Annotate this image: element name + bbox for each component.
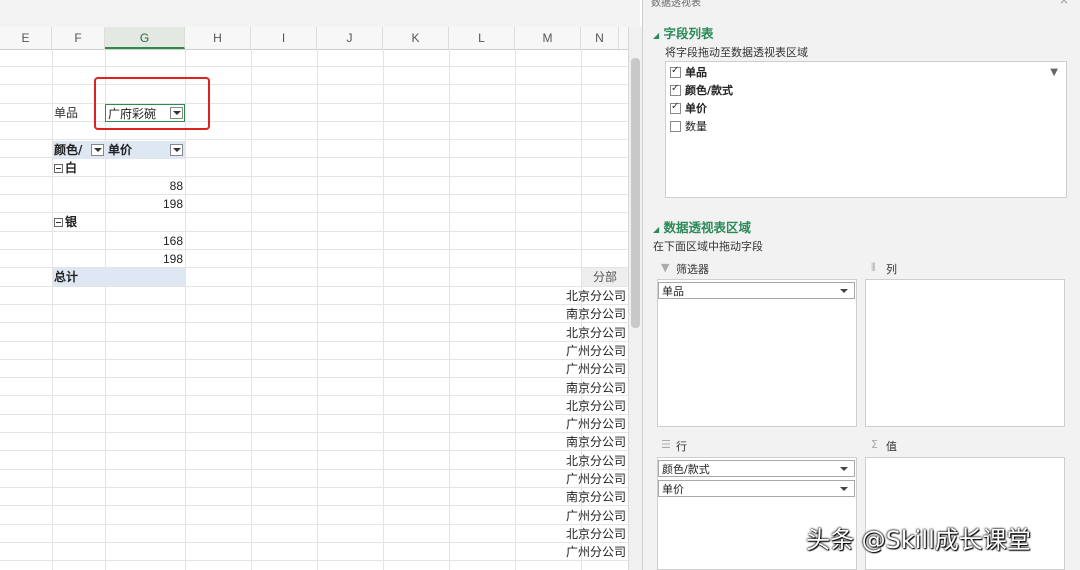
row-area-item[interactable]: 单价	[658, 480, 855, 497]
side-list-item: 广州分公司	[566, 472, 627, 486]
group-row-white[interactable]: 白	[54, 159, 104, 177]
field-label-price[interactable]: 单价	[685, 100, 707, 116]
section-arrow-icon: ◢	[653, 31, 660, 40]
filter-area-label: 筛选器	[676, 263, 709, 276]
field-checkbox-item[interactable]	[670, 65, 681, 78]
value-cell: 168	[162, 234, 183, 248]
side-list-item: 北京分公司	[566, 289, 627, 303]
collapse-icon[interactable]	[54, 218, 63, 227]
field-list-title: 字段列表	[663, 26, 714, 41]
group-row-silver[interactable]: 银	[54, 213, 104, 231]
side-list-item: 北京分公司	[566, 325, 627, 340]
value-cell: 198	[162, 252, 183, 266]
pivot-row-header-label: 颜色/	[54, 143, 83, 157]
column-header-l[interactable]: L	[449, 27, 515, 49]
panel-title: 数据透视表	[651, 0, 701, 9]
column-header-n[interactable]: N	[581, 27, 619, 49]
column-header-j[interactable]: J	[317, 27, 383, 49]
column-header-f[interactable]: F	[52, 27, 105, 49]
value-cell: 88	[169, 179, 183, 193]
side-list-item: 北京分公司	[566, 453, 627, 468]
field-checkbox-price[interactable]	[670, 101, 681, 114]
side-list-item: 南京分公司	[566, 490, 627, 505]
collapse-icon[interactable]	[54, 164, 63, 173]
side-list-item: 广州分公司	[566, 545, 627, 560]
column-header-bar: E F G H I J K L M N	[0, 27, 628, 50]
group-name: 白	[65, 161, 78, 175]
field-checkbox-color[interactable]	[670, 83, 681, 96]
pivot-total-row: 总计	[53, 268, 186, 286]
column-area-icon: ⦀	[871, 261, 876, 274]
side-list-item: 广州分公司	[566, 343, 627, 358]
value-area-label: 值	[886, 440, 897, 453]
areas-hint: 在下面区域中拖动字段	[653, 240, 763, 253]
side-list-item: 广州分公司	[566, 417, 627, 432]
field-label-item[interactable]: 单品	[685, 64, 707, 80]
value-area-icon: Σ	[871, 438, 878, 451]
highlight-box	[94, 77, 210, 130]
column-header-k[interactable]: K	[383, 27, 449, 49]
side-list-item: 北京分公司	[566, 526, 627, 541]
side-list-item: 南京分公司	[566, 307, 627, 322]
row-area-label: 行	[676, 440, 687, 453]
column-header-m[interactable]: M	[515, 27, 581, 49]
filter-area-icon: ▼	[661, 261, 670, 274]
field-label-qty[interactable]: 数量	[685, 118, 707, 134]
field-list-section[interactable]: ◢ 字段列表	[653, 23, 714, 42]
side-list-header: 分部	[582, 268, 628, 286]
pivot-table-panel: 数据透视表 × ◢ 字段列表 将字段拖动至数据透视表区域 ▼ 单品 颜色/款式 …	[642, 0, 1080, 570]
field-label-color[interactable]: 颜色/款式	[685, 82, 733, 98]
field-checkbox-qty[interactable]	[670, 121, 681, 132]
side-list-item: 广州分公司	[566, 362, 627, 377]
row-header-dropdown-icon[interactable]	[91, 144, 104, 156]
areas-title: 数据透视表区域	[663, 220, 752, 235]
row-area-icon: ☰	[661, 438, 671, 451]
row-area-item[interactable]: 颜色/款式	[658, 460, 855, 477]
close-icon[interactable]: ×	[1059, 0, 1069, 7]
column-header-h[interactable]: H	[185, 27, 251, 49]
column-area-label: 列	[886, 263, 897, 276]
watermark: 头条 @Skill成长课堂	[806, 526, 1031, 554]
column-header-g[interactable]: G	[105, 27, 185, 49]
scrollbar-thumb[interactable]	[631, 58, 640, 328]
filter-area-box[interactable]	[657, 279, 857, 427]
section-arrow-icon: ◢	[653, 225, 660, 234]
side-list-item: 南京分公司	[566, 380, 627, 395]
ribbon-area	[0, 0, 640, 28]
column-header-i[interactable]: I	[251, 27, 317, 49]
group-name: 银	[65, 215, 78, 229]
filter-area-item[interactable]: 单品	[658, 282, 855, 299]
column-header-e[interactable]: E	[0, 27, 52, 49]
filter-icon[interactable]: ▼	[1050, 67, 1058, 78]
value-header-dropdown-icon[interactable]	[170, 144, 183, 156]
column-area-box[interactable]	[865, 279, 1065, 427]
areas-section[interactable]: ◢ 数据透视表区域	[653, 217, 751, 236]
field-list-hint: 将字段拖动至数据透视表区域	[665, 46, 808, 59]
side-list-item: 北京分公司	[566, 398, 627, 413]
side-list-item: 广州分公司	[566, 508, 627, 523]
side-list-item: 南京分公司	[566, 435, 627, 450]
value-cell: 198	[162, 197, 183, 211]
